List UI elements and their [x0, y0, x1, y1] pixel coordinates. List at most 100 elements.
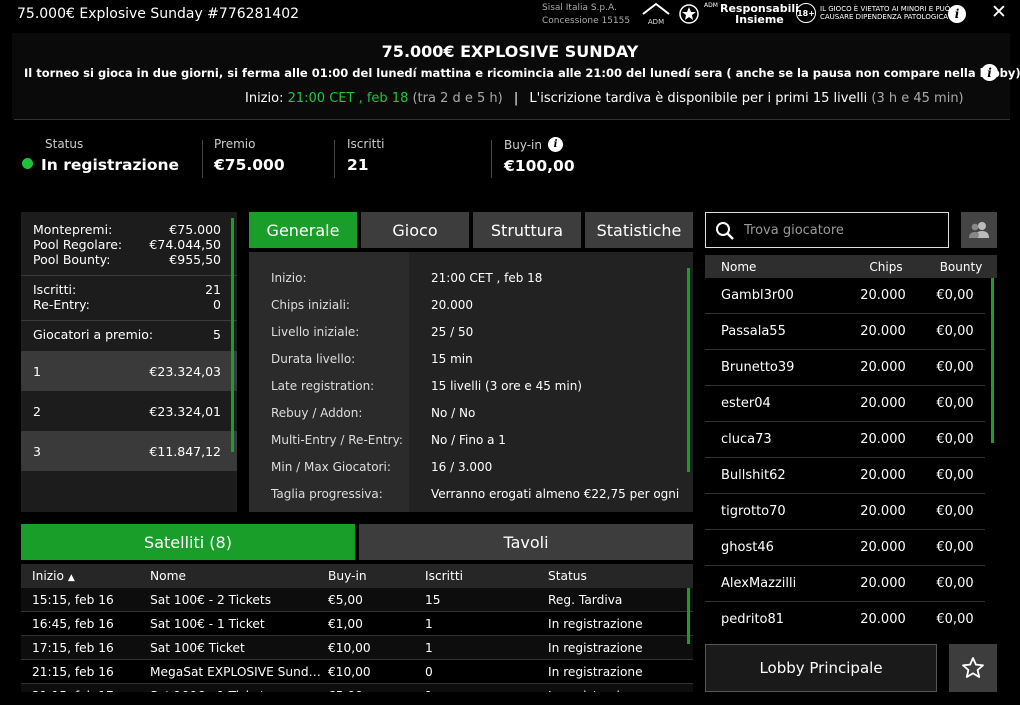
- player-row[interactable]: Passala55 20.000 €0,00: [705, 314, 985, 350]
- general-info-value: 25 / 50: [431, 324, 474, 339]
- player-row[interactable]: Gambl3r00 20.000 €0,00: [705, 278, 985, 314]
- tab-generale[interactable]: Generale: [249, 212, 357, 248]
- general-info-row: Durata livello: 15 min: [249, 345, 693, 372]
- tab-statistiche[interactable]: Statistiche: [585, 212, 693, 248]
- tab-tables[interactable]: Tavoli: [359, 524, 693, 560]
- tournament-title: 75.000€ EXPLOSIVE SUNDAY: [381, 42, 639, 61]
- tab-satellites[interactable]: Satelliti (8): [21, 524, 355, 560]
- column-status[interactable]: Status: [548, 569, 678, 583]
- divider: [202, 140, 203, 178]
- satellite-status: In registrazione: [548, 640, 643, 655]
- general-info-value: 15 livelli (3 ore e 45 min): [431, 378, 582, 393]
- player-row[interactable]: tigrotto70 20.000 €0,00: [705, 494, 985, 530]
- late-registration-text: L'iscrizione tardiva è disponibile per i…: [529, 91, 868, 106]
- player-row[interactable]: pedrito81 20.000 €0,00: [705, 602, 985, 632]
- payout-position: 3: [33, 443, 41, 459]
- prizepool-paid-label: Giocatori a premio:: [33, 327, 154, 342]
- satellite-buyin: €5,00: [328, 592, 363, 607]
- player-bounty: €0,00: [936, 504, 974, 519]
- search-input[interactable]: Trova giocatore: [705, 212, 949, 248]
- tab-gioco[interactable]: Gioco: [361, 212, 469, 248]
- prizepool-bounty-label: Pool Bounty:: [33, 252, 111, 267]
- general-info-row: Livello iniziale: 25 / 50: [249, 318, 693, 345]
- satellites-scrollbar[interactable]: [687, 588, 690, 644]
- player-row[interactable]: ghost46 20.000 €0,00: [705, 530, 985, 566]
- player-chips: 20.000: [860, 432, 906, 447]
- column-buyin[interactable]: Buy-in: [328, 569, 425, 583]
- tab-struttura[interactable]: Struttura: [473, 212, 581, 248]
- general-info-key: Multi-Entry / Re-Entry:: [271, 432, 403, 447]
- satellite-buyin: €5,00: [328, 689, 425, 693]
- column-name[interactable]: Nome: [150, 569, 328, 583]
- main-lobby-button[interactable]: Lobby Principale: [705, 644, 937, 692]
- adm-logo-text: ADM: [647, 18, 665, 26]
- users-icon: [969, 222, 989, 238]
- column-bounty[interactable]: Bounty: [931, 260, 991, 274]
- prizepool-paid-value: 5: [213, 327, 221, 342]
- player-row[interactable]: Bullshit62 20.000 €0,00: [705, 458, 985, 494]
- satellite-row[interactable]: 21:15, feb 17Sat 100€ - 1 Ticket€5,001In…: [21, 684, 693, 692]
- column-start[interactable]: Inizio ▲: [21, 569, 150, 583]
- search-placeholder: Trova giocatore: [744, 223, 844, 238]
- general-info-value: 15 min: [431, 351, 473, 366]
- status-value: In registrazione: [41, 156, 180, 174]
- start-relative: (tra 2 d e 5 h): [412, 91, 503, 106]
- age-18-badge: 18+: [796, 3, 816, 23]
- satellite-buyin: €1,00: [328, 616, 363, 631]
- prizepool-entrants-label: Iscritti:: [33, 282, 77, 297]
- players-scrollbar[interactable]: [991, 278, 994, 443]
- prize-scrollbar[interactable]: [231, 218, 234, 452]
- player-name: AlexMazzilli: [721, 576, 797, 591]
- satellite-status: In registrazione: [548, 664, 643, 679]
- player-row[interactable]: AlexMazzilli 20.000 €0,00: [705, 566, 985, 602]
- satellite-row[interactable]: 16:45, feb 16 Sat 100€ - 1 Ticket €1,00 1 In…: [21, 612, 693, 636]
- prize-stat: Premio €75.000: [214, 137, 285, 174]
- player-row[interactable]: ester04 20.000 €0,00: [705, 386, 985, 422]
- status-stat: Status In registrazione: [22, 137, 179, 174]
- star-icon: [962, 657, 984, 678]
- column-name[interactable]: Nome: [705, 260, 841, 274]
- age-warning: 18+ IL GIOCO È VIETATO AI MINORI E PUÒ C…: [796, 3, 950, 23]
- player-bounty: €0,00: [936, 612, 974, 627]
- info-icon[interactable]: i: [948, 5, 966, 23]
- players-button[interactable]: [961, 212, 997, 248]
- player-bounty: €0,00: [936, 288, 974, 303]
- prizepool-entrants-row: Iscritti: 21: [21, 282, 237, 297]
- satellite-entrants: 1: [425, 616, 433, 631]
- satellite-row[interactable]: 15:15, feb 16 Sat 100€ - 2 Tickets €5,00 15…: [21, 588, 693, 612]
- player-row[interactable]: Brunetto39 20.000 €0,00: [705, 350, 985, 386]
- close-icon[interactable]: ✕: [991, 1, 1007, 23]
- players-list: Gambl3r00 20.000 €0,00 Passala55 20.000 €0,00…: [705, 278, 997, 632]
- player-chips: 20.000: [860, 288, 906, 303]
- general-info-row: Inizio: 21:00 CET , feb 18: [249, 264, 693, 291]
- favorite-button[interactable]: [949, 644, 997, 692]
- satellite-row[interactable]: 21:15, feb 16 MegaSat EXPLOSIVE Sunday ..…: [21, 660, 693, 684]
- entrants-stat: Iscritti 21: [347, 137, 384, 174]
- player-name: ester04: [721, 396, 771, 411]
- satellite-row[interactable]: 17:15, feb 16 Sat 100€ Ticket €10,00 1 In re…: [21, 636, 693, 660]
- buyin-label: Buy-in: [504, 137, 542, 152]
- general-info-value: No / Fino a 1: [431, 432, 506, 447]
- separator: |: [513, 91, 519, 106]
- description-info-icon[interactable]: i: [981, 64, 998, 81]
- satellite-name: Sat 100€ - 1 Ticket: [150, 689, 328, 693]
- player-chips: 20.000: [860, 396, 906, 411]
- general-scrollbar[interactable]: [687, 268, 690, 472]
- general-info-value: 21:00 CET , feb 18: [431, 270, 543, 285]
- prizepool-bounty-value: €955,50: [169, 252, 221, 267]
- buyin-value: €100,00: [504, 157, 575, 175]
- column-chips[interactable]: Chips: [841, 260, 931, 274]
- adm-logo: ADM: [641, 2, 671, 26]
- column-entrants[interactable]: Iscritti: [425, 569, 548, 583]
- satellite-start: 21:15, feb 17: [21, 689, 150, 693]
- buyin-info-icon[interactable]: i: [548, 137, 563, 152]
- payout-position: 2: [33, 403, 41, 419]
- general-info-row: Late registration: 15 livelli (3 ore e 45…: [249, 372, 693, 399]
- general-info-key: Inizio:: [271, 270, 307, 285]
- payout-amount: €23.324,01: [149, 403, 221, 419]
- general-info-row: Multi-Entry / Re-Entry: No / Fino a 1: [249, 426, 693, 453]
- player-name: Bullshit62: [721, 468, 786, 483]
- general-info-value: No / No: [431, 405, 476, 420]
- player-row[interactable]: cluca73 20.000 €0,00: [705, 422, 985, 458]
- tournament-description: Il torneo si gioca in due giorni, si fer…: [24, 66, 1020, 80]
